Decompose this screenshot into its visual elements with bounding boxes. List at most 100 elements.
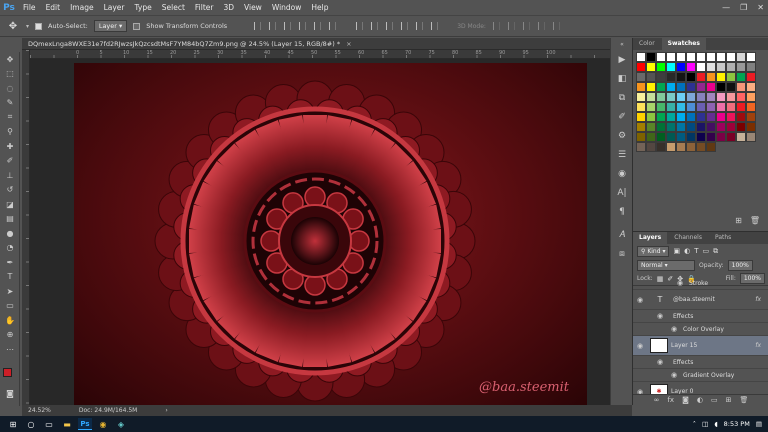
color-swatch[interactable]	[656, 92, 666, 102]
color-swatch[interactable]	[716, 122, 726, 132]
visibility-eye-icon[interactable]: ◉	[667, 325, 681, 333]
color-swatch[interactable]	[706, 52, 716, 62]
marquee-tool-icon[interactable]: ⬚	[0, 67, 20, 82]
color-swatch[interactable]	[696, 62, 706, 72]
add-mask-icon[interactable]: ◙	[682, 396, 689, 404]
color-swatch[interactable]	[696, 72, 706, 82]
properties-icon[interactable]: ☰	[611, 145, 633, 164]
visibility-eye-icon[interactable]: ◉	[653, 358, 667, 366]
glyphs-icon[interactable]: 𝐴	[611, 225, 633, 244]
color-swatch[interactable]	[696, 142, 706, 152]
color-swatch[interactable]	[726, 132, 736, 142]
color-swatch[interactable]	[656, 62, 666, 72]
color-swatch[interactable]	[676, 122, 686, 132]
color-swatch[interactable]	[706, 102, 716, 112]
path-select-tool-icon[interactable]: ➤	[0, 284, 20, 299]
layer-text-baa-steemit[interactable]: ◉ T @baa.steemit fx	[633, 290, 768, 310]
file-explorer-icon[interactable]: ▬	[60, 418, 74, 430]
color-swatch[interactable]	[736, 112, 746, 122]
color-swatch[interactable]	[726, 72, 736, 82]
history-brush-icon[interactable]: ↺	[0, 183, 20, 198]
color-swatch[interactable]	[746, 122, 756, 132]
layer-kind-filter[interactable]: ⚲ Kind ▾	[637, 245, 670, 257]
color-swatch[interactable]	[686, 72, 696, 82]
color-swatch[interactable]	[646, 102, 656, 112]
3d-pan-icon[interactable]	[522, 22, 530, 30]
paragraph-icon[interactable]: ¶	[611, 202, 633, 221]
filter-pixel-icon[interactable]: ▣	[673, 247, 680, 255]
filter-type-icon[interactable]: T	[694, 247, 698, 255]
color-swatch[interactable]	[746, 92, 756, 102]
color-swatch[interactable]	[706, 92, 716, 102]
distribute-left-icon[interactable]	[401, 22, 409, 30]
color-swatch[interactable]	[676, 142, 686, 152]
filter-shape-icon[interactable]: ▭	[702, 247, 709, 255]
new-swatch-icon[interactable]: ⊞	[735, 216, 742, 225]
move-tool-icon[interactable]: ✥	[6, 21, 20, 32]
horizontal-ruler[interactable]: 0 5 10 15 20 25 30 35 40 45 50 55 60 65 70 75 80 85 90 95 10…	[30, 50, 632, 59]
color-swatch[interactable]	[666, 92, 676, 102]
layer-effects-group[interactable]: ◉ Effects	[633, 356, 768, 369]
color-swatch[interactable]	[636, 122, 646, 132]
align-vcenter-icon[interactable]	[269, 22, 277, 30]
color-swatch[interactable]	[706, 62, 716, 72]
color-swatch[interactable]	[726, 102, 736, 112]
color-swatch[interactable]	[716, 112, 726, 122]
color-swatch[interactable]	[696, 52, 706, 62]
filter-smart-icon[interactable]: ⧉	[713, 247, 718, 256]
color-swatch[interactable]	[636, 62, 646, 72]
adjustments-icon[interactable]: ◧	[611, 69, 633, 88]
close-tab-icon[interactable]: ×	[346, 40, 351, 48]
color-swatch[interactable]	[676, 102, 686, 112]
color-swatch[interactable]	[686, 142, 696, 152]
distribute-bottom-icon[interactable]	[386, 22, 394, 30]
color-swatch[interactable]	[676, 72, 686, 82]
color-swatch[interactable]	[746, 62, 756, 72]
color-swatch[interactable]	[736, 52, 746, 62]
eyedropper-tool-icon[interactable]: ⚲	[0, 125, 20, 140]
layer-fx-badge[interactable]: fx	[755, 342, 761, 349]
eraser-tool-icon[interactable]: ◪	[0, 197, 20, 212]
color-swatch[interactable]	[656, 142, 666, 152]
color-swatch[interactable]	[736, 72, 746, 82]
status-arrow-icon[interactable]: ›	[165, 407, 167, 414]
color-swatch[interactable]	[726, 92, 736, 102]
menu-layer[interactable]: Layer	[99, 0, 130, 15]
color-swatch[interactable]	[706, 132, 716, 142]
tray-chevron-icon[interactable]: ˄	[693, 420, 696, 428]
shape-tool-icon[interactable]: ▭	[0, 299, 20, 314]
expand-panels-icon[interactable]: «	[611, 38, 633, 50]
opacity-input[interactable]: 100%	[727, 259, 753, 271]
tab-layers[interactable]: Layers	[633, 232, 668, 244]
color-swatch[interactable]	[666, 72, 676, 82]
color-swatch[interactable]	[666, 142, 676, 152]
color-swatch[interactable]	[676, 92, 686, 102]
color-swatch[interactable]	[736, 62, 746, 72]
color-swatch[interactable]	[746, 112, 756, 122]
gradient-tool-icon[interactable]: ▤	[0, 212, 20, 227]
network-icon[interactable]: ◫	[702, 420, 708, 428]
color-swatch[interactable]	[696, 112, 706, 122]
visibility-eye-icon[interactable]: ◉	[633, 342, 647, 350]
visibility-eye-icon[interactable]: ◉	[667, 371, 681, 379]
color-swatch[interactable]	[646, 72, 656, 82]
color-swatch[interactable]	[726, 52, 736, 62]
layer-effect-gradient-overlay[interactable]: ◉ Gradient Overlay	[633, 369, 768, 382]
menu-view[interactable]: View	[239, 0, 267, 15]
color-swatch[interactable]	[646, 112, 656, 122]
delete-layer-icon[interactable]: 🗑	[739, 396, 748, 404]
color-swatch[interactable]	[706, 142, 716, 152]
transform-controls-checkbox[interactable]	[133, 22, 141, 30]
color-swatch[interactable]	[656, 82, 666, 92]
quick-mask-icon[interactable]: ◙	[0, 386, 20, 401]
menu-3d[interactable]: 3D	[218, 0, 239, 15]
color-swatch[interactable]	[636, 82, 646, 92]
layer-fx-badge[interactable]: fx	[755, 296, 761, 303]
pen-tool-icon[interactable]: ✒	[0, 255, 20, 270]
zoom-level[interactable]: 24.52%	[28, 407, 51, 414]
color-swatch[interactable]	[666, 132, 676, 142]
info-icon[interactable]: ◉	[611, 164, 633, 183]
character-icon[interactable]: A|	[611, 183, 633, 202]
vertical-ruler[interactable]	[22, 50, 30, 405]
tab-paths[interactable]: Paths	[709, 232, 737, 244]
